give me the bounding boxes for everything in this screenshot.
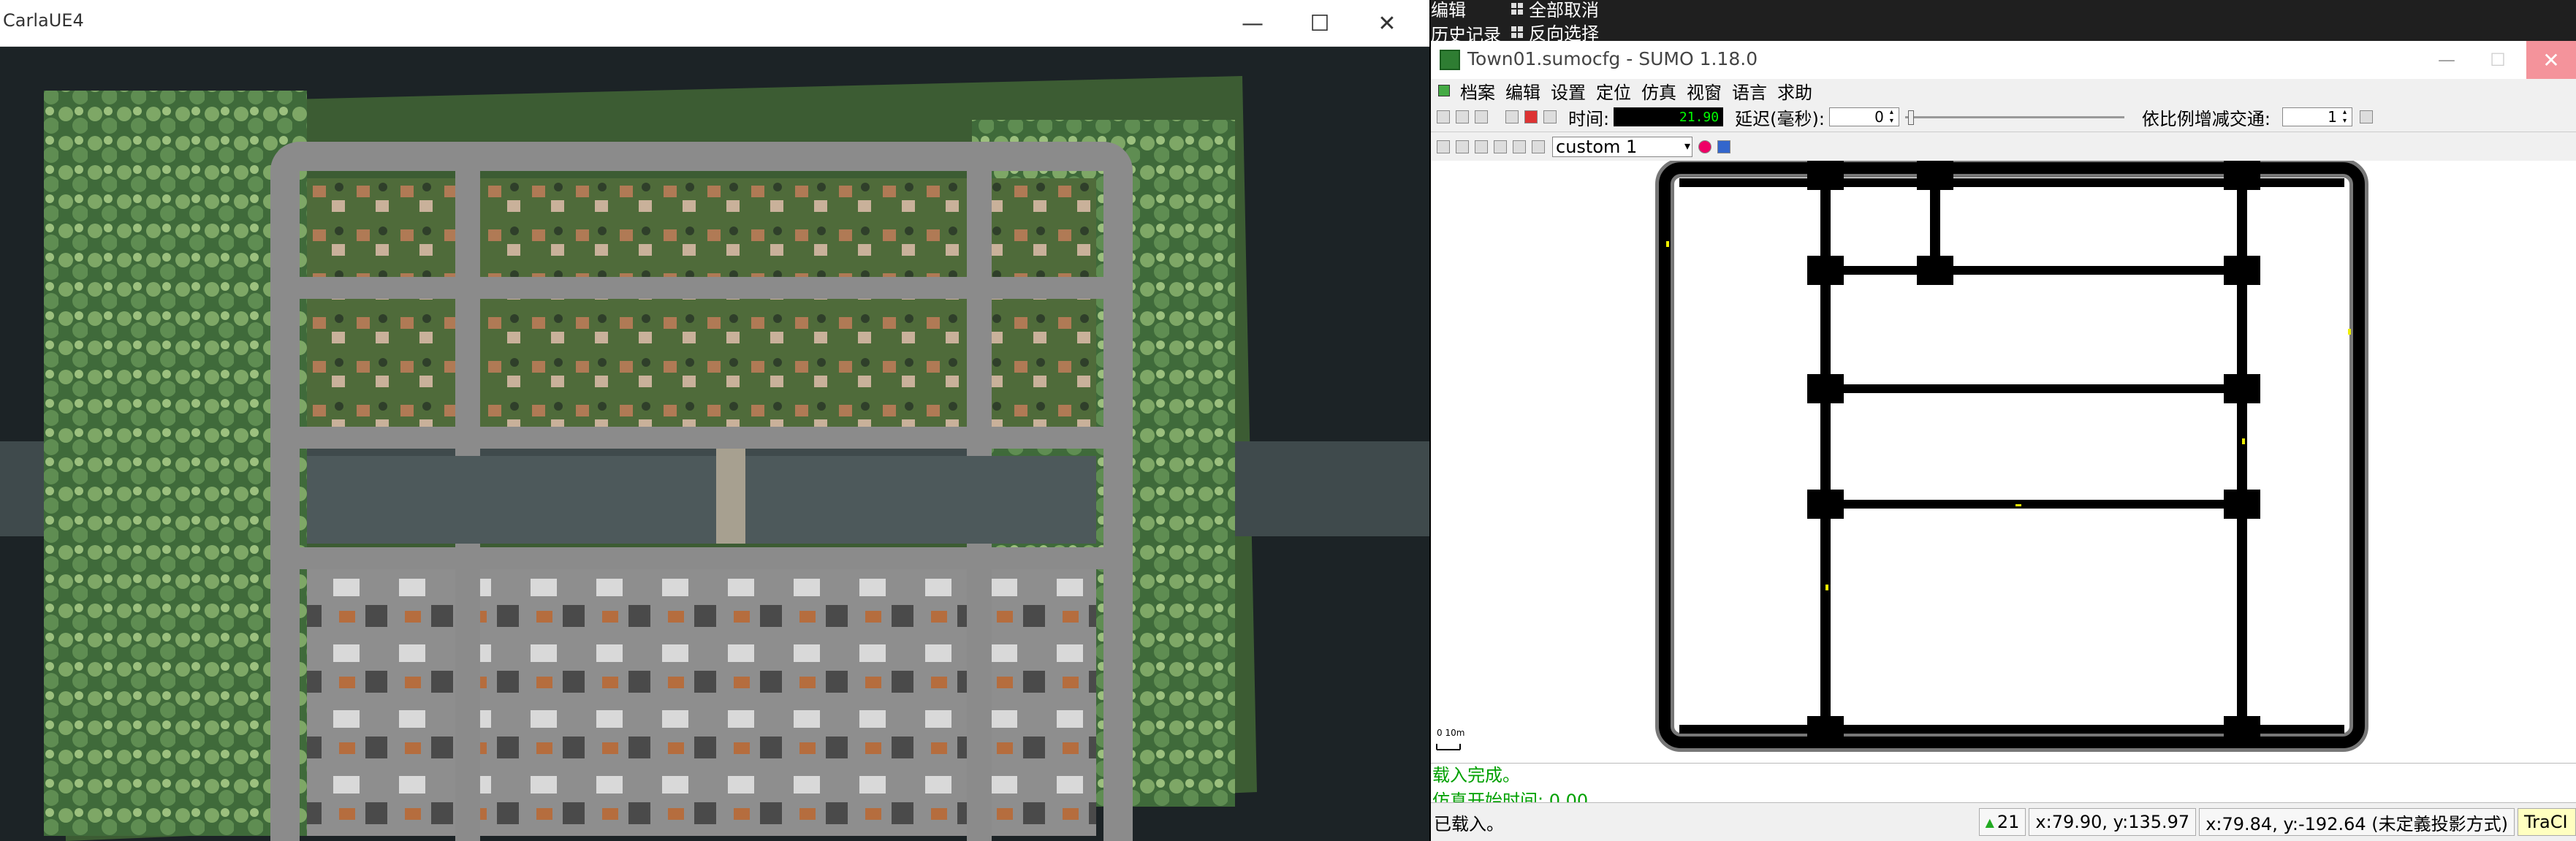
reload-icon[interactable]	[1456, 110, 1469, 123]
menu-locate[interactable]: 定位	[1596, 78, 1631, 104]
scale-bar-label: 0 10m	[1437, 728, 1465, 738]
maximize-button[interactable]: ☐	[2476, 41, 2520, 79]
sumo-window: Town01.sumocfg - SUMO 1.18.0 — ☐ ✕ 档案 编辑…	[1431, 41, 2576, 841]
scale-traffic-spinner[interactable]: 1	[2282, 107, 2352, 126]
bg-menu-edit: 编辑	[1431, 0, 1466, 20]
cursor-coordinates: x:79.90, y:135.97	[2029, 808, 2197, 836]
scale-traffic-label: 依比例增减交通:	[2141, 108, 2271, 129]
color-wheel-icon[interactable]	[1698, 140, 1711, 153]
3d-view-icon[interactable]	[1717, 140, 1730, 153]
vehicle-count: ▲ 21	[1978, 808, 2026, 836]
status-text: 已载入。	[1434, 813, 1504, 834]
minimize-button[interactable]: —	[1225, 0, 1280, 47]
menu-bar: 档案 编辑 设置 定位 仿真 视窗 语言 求助	[1431, 78, 2576, 104]
delay-label: 延迟(毫秒):	[1735, 108, 1825, 129]
recenter-icon[interactable]	[1437, 140, 1450, 153]
play-icon[interactable]	[1505, 110, 1519, 123]
window-title: CarlaUE4	[3, 10, 84, 31]
car-icon: ▲	[1985, 815, 1994, 829]
close-button[interactable]: ✕	[1359, 0, 1415, 47]
menu-windows[interactable]: 视窗	[1687, 78, 1722, 104]
carla-3d-viewport[interactable]	[0, 47, 1429, 841]
menu-settings[interactable]: 设置	[1551, 78, 1586, 104]
sumo-app-icon	[1440, 50, 1460, 70]
window-title: Town01.sumocfg - SUMO 1.18.0	[1467, 48, 1758, 69]
grid-icon	[1511, 2, 1523, 15]
time-label: 时间:	[1568, 108, 1610, 129]
open-icon[interactable]	[1437, 110, 1450, 123]
scale-apply-icon[interactable]	[2360, 110, 2373, 123]
traci-indicator: TraCI	[2518, 808, 2576, 836]
message-line: 载入完成。	[1432, 765, 1520, 785]
save-icon[interactable]	[1475, 110, 1488, 123]
geo-coordinates: x:79.84, y:-192.64 (未定義投影方式)	[2199, 808, 2515, 836]
minimize-button[interactable]: —	[2425, 41, 2469, 79]
delay-slider[interactable]	[1904, 107, 2124, 126]
menu-help[interactable]: 求助	[1777, 78, 1812, 104]
screenshot-icon[interactable]	[1532, 140, 1545, 153]
color-scheme-select[interactable]: custom 1	[1552, 136, 1692, 157]
stop-icon[interactable]	[1524, 110, 1538, 123]
bg-menu-deselect-all: 全部取消	[1511, 0, 1599, 21]
carla-titlebar[interactable]: CarlaUE4 — ☐ ✕	[0, 0, 1429, 47]
menu-simulation[interactable]: 仿真	[1641, 78, 1676, 104]
zoom-icon[interactable]	[1456, 140, 1469, 153]
menu-edit[interactable]: 编辑	[1505, 78, 1540, 104]
time-display: 21.90	[1614, 107, 1724, 126]
town-aerial-view	[0, 47, 1429, 841]
simulation-toolbar: 时间: 21.90 延迟(毫秒): 0 依比例增减交通: 1	[1431, 102, 2576, 132]
grid-icon	[1511, 26, 1523, 38]
step-icon[interactable]	[1543, 110, 1557, 123]
sumo-titlebar[interactable]: Town01.sumocfg - SUMO 1.18.0 — ☐ ✕	[1431, 41, 2576, 79]
edit-color-icon[interactable]	[1494, 140, 1507, 153]
background-window: 编辑 全部取消 历史记录 反向选择	[1431, 0, 2576, 45]
document-icon	[1438, 85, 1450, 96]
tooltip-icon[interactable]	[1513, 140, 1526, 153]
close-button[interactable]: ✕	[2526, 41, 2576, 79]
network-canvas[interactable]: 0 10m	[1431, 161, 2576, 763]
carla-window: CarlaUE4 — ☐ ✕	[0, 0, 1429, 841]
delay-spinner[interactable]: 0	[1828, 107, 1899, 126]
status-bar: 已载入。 ▲ 21 x:79.90, y:135.97 x:79.84, y:-…	[1431, 802, 2576, 841]
locate-icon[interactable]	[1475, 140, 1488, 153]
maximize-button[interactable]: ☐	[1292, 0, 1348, 47]
menu-file[interactable]: 档案	[1460, 78, 1495, 104]
view-toolbar: custom 1	[1431, 132, 2576, 161]
menu-language[interactable]: 语言	[1732, 78, 1767, 104]
road-network	[1436, 161, 2368, 752]
